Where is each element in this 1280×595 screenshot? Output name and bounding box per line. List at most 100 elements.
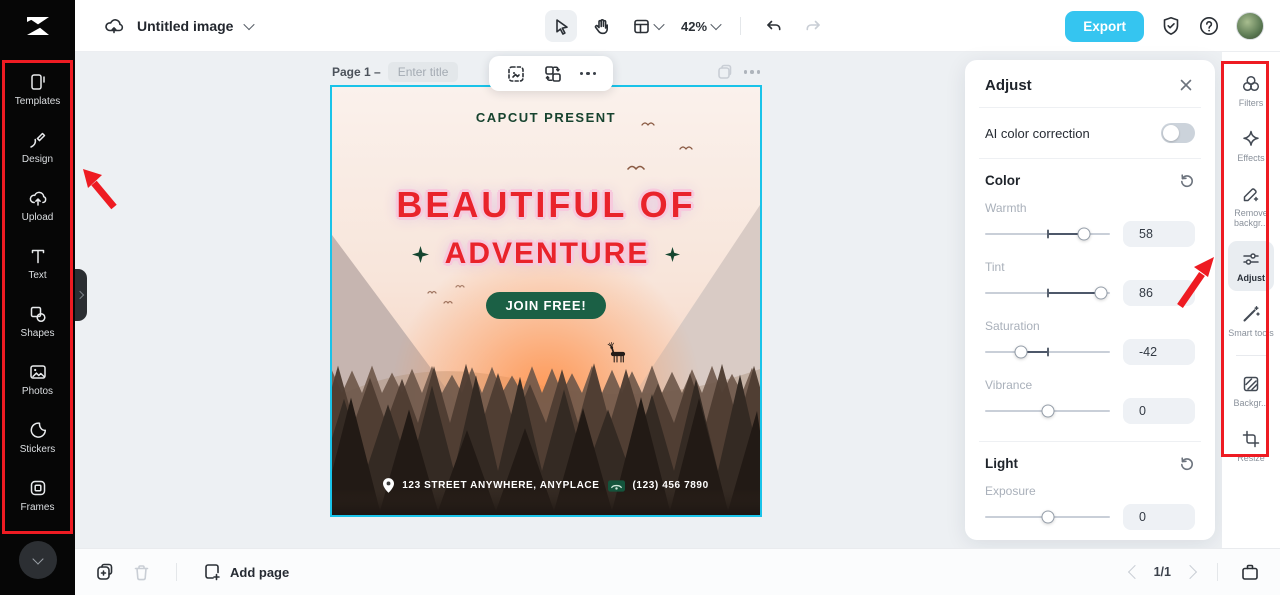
vibrance-slider[interactable] — [985, 403, 1110, 419]
add-page-button[interactable]: Add page — [202, 562, 289, 582]
tool-filters[interactable]: Filters — [1228, 66, 1274, 116]
shield-check-icon[interactable] — [1160, 15, 1182, 37]
chevron-down-icon — [710, 18, 722, 31]
smart-tools-icon — [1243, 306, 1260, 322]
zoom-level-dropdown[interactable]: 42% — [681, 18, 722, 34]
saturation-value[interactable]: -42 — [1123, 339, 1195, 365]
slider-handle[interactable] — [1014, 345, 1028, 359]
duplicate-page-button-icon[interactable] — [95, 562, 115, 582]
select-area-icon[interactable] — [506, 64, 526, 84]
tint-value[interactable]: 86 — [1123, 280, 1195, 306]
resize-icon — [1242, 430, 1260, 447]
tool-background[interactable]: Backgr... — [1228, 366, 1274, 416]
tint-slider[interactable] — [985, 285, 1110, 301]
poster-kicker-text[interactable]: CAPCUT PRESENT — [332, 110, 760, 125]
poster-title-line2[interactable]: ADVENTURE — [445, 237, 650, 271]
sidebar-item-label: Stickers — [19, 443, 56, 455]
close-icon[interactable] — [1177, 76, 1195, 94]
more-options-icon[interactable] — [579, 71, 597, 76]
redo-button[interactable] — [797, 10, 829, 42]
poster-title-line2-row: ADVENTURE — [332, 237, 760, 271]
present-preview-icon[interactable] — [1240, 562, 1260, 582]
page-more-options-icon[interactable] — [743, 70, 760, 74]
frames-icon — [30, 480, 45, 495]
sidebar-item-text[interactable]: Text — [0, 234, 75, 292]
poster-phone[interactable]: (123) 456 7890 — [633, 480, 709, 491]
capcut-logo-icon[interactable] — [0, 0, 75, 52]
cloud-sync-icon[interactable] — [103, 15, 125, 37]
sidebar-item-upload[interactable]: Upload — [0, 176, 75, 234]
selection-toolbar — [489, 56, 613, 91]
warmth-slider[interactable] — [985, 226, 1110, 242]
poster-address[interactable]: 123 STREET ANYWHERE, ANYPLACE — [402, 480, 599, 491]
exposure-value[interactable]: 0 — [1123, 504, 1195, 530]
color-section-title: Color — [985, 172, 1021, 188]
user-avatar[interactable] — [1236, 12, 1264, 40]
annotation-arrow-left — [83, 169, 117, 210]
tool-adjust[interactable]: Adjust — [1228, 241, 1274, 291]
delete-page-icon[interactable] — [132, 563, 151, 582]
document-title[interactable]: Untitled image — [137, 18, 233, 34]
reset-icon[interactable] — [1179, 455, 1195, 471]
page-number-label: Page 1 – — [332, 65, 381, 79]
sidebar-item-photos[interactable]: Photos — [0, 350, 75, 408]
sidebar-item-frames[interactable]: Frames — [0, 466, 75, 524]
tint-slider-group: Tint 86 — [985, 260, 1195, 306]
previous-page-button[interactable] — [1127, 564, 1142, 580]
chevron-down-icon[interactable] — [243, 18, 256, 31]
sidebar-item-stickers[interactable]: Stickers — [0, 408, 75, 466]
page-title-input[interactable]: Enter title — [387, 62, 459, 82]
sidebar-item-label: Templates — [14, 95, 61, 107]
join-free-button[interactable]: JOIN FREE! — [485, 292, 607, 319]
tool-remove-background[interactable]: Remove backgr... — [1228, 176, 1274, 237]
poster-title-line1[interactable]: BEAUTIFUL OF — [332, 184, 760, 226]
vibrance-value[interactable]: 0 — [1123, 398, 1195, 424]
design-canvas[interactable]: CAPCUT PRESENT BEAUTIFUL OF ADVENTURE JO… — [330, 85, 762, 517]
help-icon[interactable] — [1198, 15, 1220, 37]
adjust-panel: Adjust AI color correction Color Warmth … — [965, 60, 1215, 540]
tool-resize[interactable]: Resize — [1228, 421, 1274, 471]
design-icon — [29, 132, 45, 148]
select-tool-button[interactable] — [545, 10, 577, 42]
warmth-value[interactable]: 58 — [1123, 221, 1195, 247]
divider — [1217, 563, 1218, 581]
sidebar-item-templates[interactable]: Templates — [0, 60, 75, 118]
chevron-right-icon — [75, 290, 84, 300]
exposure-slider[interactable] — [985, 509, 1110, 525]
ai-correction-toggle[interactable] — [1161, 123, 1195, 143]
sidebar-item-shapes[interactable]: Shapes — [0, 292, 75, 350]
sidebar-scroll-more-button[interactable] — [18, 541, 57, 579]
replace-swap-icon[interactable] — [543, 64, 563, 84]
warmth-slider-group: Warmth 58 — [985, 201, 1195, 247]
vibrance-slider-group: Vibrance 0 — [985, 378, 1195, 424]
slider-handle[interactable] — [1094, 286, 1108, 300]
ai-correction-label: AI color correction — [985, 125, 1090, 141]
tool-smart-tools[interactable]: Smart tools — [1228, 296, 1274, 346]
page-indicator: 1/1 — [1153, 565, 1171, 579]
adjust-icon — [1243, 253, 1259, 265]
slider-handle[interactable] — [1077, 227, 1091, 241]
location-pin-icon — [383, 478, 395, 493]
exposure-slider-group: Exposure 0 — [985, 484, 1195, 530]
divider — [176, 563, 177, 581]
slider-handle[interactable] — [1041, 510, 1054, 524]
sidebar-item-label: Design — [21, 153, 54, 165]
duplicate-page-icon[interactable] — [716, 63, 734, 81]
slider-label: Vibrance — [985, 378, 1033, 392]
hand-tool-button[interactable] — [585, 10, 617, 42]
poster-footer: 123 STREET ANYWHERE, ANYPLACE (123) 456 … — [332, 478, 760, 493]
sidebar-item-design[interactable]: Design — [0, 118, 75, 176]
export-button[interactable]: Export — [1065, 10, 1144, 42]
next-page-button[interactable] — [1182, 564, 1198, 580]
sidebar-collapse-tab[interactable] — [75, 269, 87, 321]
pages-view-button[interactable] — [625, 10, 669, 42]
phone-icon — [607, 479, 625, 492]
undo-button[interactable] — [757, 10, 789, 42]
reset-icon[interactable] — [1179, 172, 1195, 188]
slider-handle[interactable] — [1041, 404, 1054, 418]
background-icon — [1243, 376, 1259, 392]
layout-pages-icon — [633, 19, 649, 33]
slider-label: Warmth — [985, 201, 1027, 215]
saturation-slider[interactable] — [985, 344, 1110, 360]
tool-effects[interactable]: Effects — [1228, 121, 1274, 171]
